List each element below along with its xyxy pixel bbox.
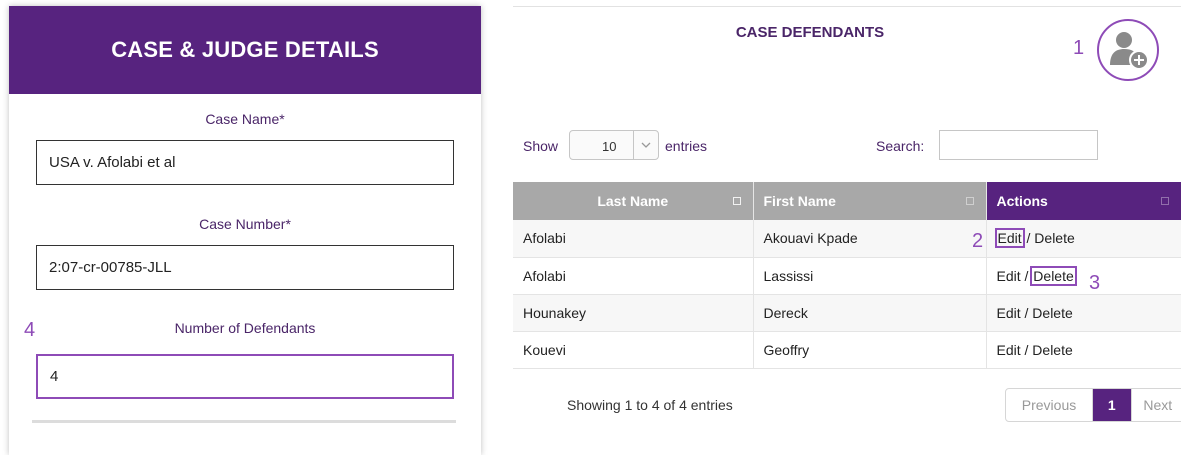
table-row: Hounakey Dereck Edit / Delete — [513, 294, 1181, 332]
table-row: Kouevi Geoffry Edit / Delete — [513, 331, 1181, 369]
actions-cell: Edit / Delete — [986, 257, 1181, 295]
defendants-count-label: Number of Defendants — [174, 320, 316, 336]
defendants-table: Last Name First Name Actions Afolabi Ako… — [513, 182, 1181, 369]
action-separator: / — [1020, 267, 1033, 284]
next-page-button[interactable]: Next — [1130, 389, 1181, 421]
select-separator — [633, 131, 634, 159]
column-header-first-name[interactable]: First Name — [753, 182, 987, 220]
delete-link[interactable]: Delete — [1032, 305, 1072, 321]
search-input[interactable] — [939, 130, 1098, 160]
action-separator: / — [1020, 304, 1033, 321]
actions-cell: Edit / Delete — [986, 220, 1181, 258]
delete-link[interactable]: Delete — [1030, 265, 1077, 286]
sort-icon — [965, 197, 974, 205]
action-separator: / — [1020, 341, 1033, 358]
column-header-last-name[interactable]: Last Name — [513, 182, 754, 220]
sort-icon — [1161, 197, 1169, 205]
delete-link[interactable]: Delete — [1034, 230, 1074, 246]
last-name-cell: Hounakey — [513, 294, 754, 332]
callout-3: 3 — [1089, 272, 1101, 294]
entries-length-select[interactable]: 10 — [569, 130, 659, 160]
table-header-row: Last Name First Name Actions — [513, 182, 1181, 220]
defendants-count-input[interactable] — [36, 354, 454, 399]
top-divider — [513, 6, 1181, 7]
entries-length-value: 10 — [602, 139, 617, 154]
panel-title: CASE & JUDGE DETAILS — [9, 6, 481, 94]
search-label: Search: — [876, 138, 925, 154]
current-page-button[interactable]: 1 — [1093, 389, 1131, 421]
case-name-input[interactable] — [36, 140, 454, 185]
case-number-label: Case Number* — [199, 216, 291, 232]
table-info: Showing 1 to 4 of 4 entries — [567, 397, 733, 413]
add-defendant-button[interactable] — [1097, 19, 1159, 81]
case-name-label: Case Name* — [205, 111, 285, 127]
callout-2: 2 — [972, 230, 984, 252]
table-row: Afolabi Akouavi Kpade Edit / Delete — [513, 220, 1181, 258]
actions-cell: Edit / Delete — [986, 294, 1181, 332]
actions-cell: Edit / Delete — [986, 331, 1181, 369]
first-name-cell: Lassissi — [753, 257, 987, 295]
first-name-cell: Akouavi Kpade — [753, 220, 987, 258]
sort-icon — [732, 197, 741, 205]
divider — [32, 420, 456, 423]
first-name-cell: Dereck — [753, 294, 987, 332]
column-header-label: First Name — [763, 193, 836, 209]
last-name-cell: Afolabi — [513, 257, 754, 295]
action-separator: / — [1022, 230, 1035, 247]
last-name-cell: Afolabi — [513, 220, 754, 258]
chevron-down-icon — [641, 142, 651, 148]
case-number-input[interactable] — [36, 245, 454, 290]
table-row: Afolabi Lassissi Edit / Delete — [513, 257, 1181, 295]
entries-label: entries — [665, 138, 708, 154]
delete-link[interactable]: Delete — [1032, 342, 1072, 358]
previous-page-button[interactable]: Previous — [1006, 389, 1094, 421]
column-header-actions[interactable]: Actions — [986, 182, 1181, 220]
callout-4: 4 — [24, 319, 36, 341]
callout-1: 1 — [1073, 37, 1085, 59]
case-judge-details-panel: CASE & JUDGE DETAILS Case Name* Case Num… — [9, 6, 481, 455]
section-title: CASE DEFENDANTS — [735, 24, 885, 41]
edit-link[interactable]: Edit — [994, 228, 1025, 249]
column-header-label: Actions — [996, 193, 1048, 209]
add-user-icon — [1110, 32, 1149, 70]
pagination: Previous 1 Next — [1005, 388, 1181, 422]
first-name-cell: Geoffry — [753, 331, 987, 369]
edit-link[interactable]: Edit — [997, 342, 1021, 358]
column-header-label: Last Name — [597, 193, 669, 209]
last-name-cell: Kouevi — [513, 331, 754, 369]
show-label: Show — [523, 138, 559, 154]
edit-link[interactable]: Edit — [997, 305, 1021, 321]
edit-link[interactable]: Edit — [997, 268, 1021, 284]
